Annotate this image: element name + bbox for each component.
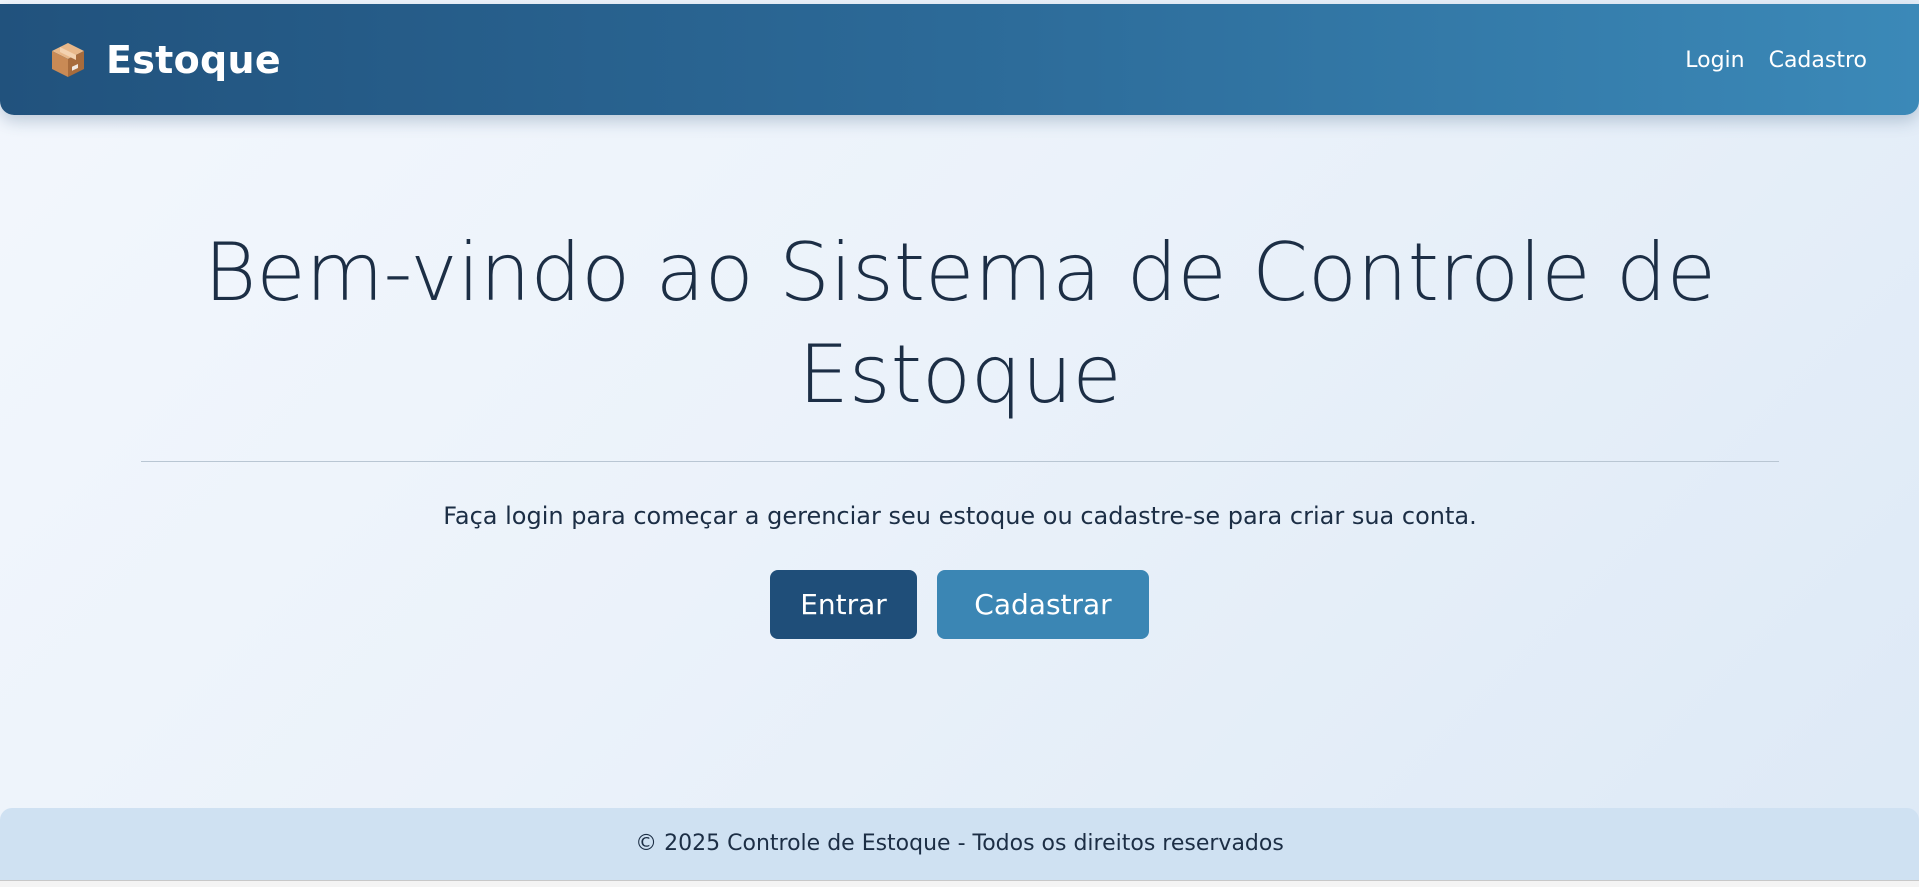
package-box-icon xyxy=(48,40,88,80)
hero-title: Bem-vindo ao Sistema de Controle de Esto… xyxy=(204,226,1716,421)
brand-link[interactable]: Estoque xyxy=(48,38,281,82)
page-footer: © 2025 Controle de Estoque - Todos os di… xyxy=(0,808,1919,880)
top-navbar: Estoque Login Cadastro xyxy=(0,4,1919,115)
cadastrar-button[interactable]: Cadastrar xyxy=(937,570,1149,639)
footer-copyright: © 2025 Controle de Estoque - Todos os di… xyxy=(635,831,1284,856)
nav-login-link[interactable]: Login xyxy=(1685,47,1744,75)
hero-actions: Entrar Cadastrar xyxy=(0,570,1919,639)
nav-cadastro-link[interactable]: Cadastro xyxy=(1769,47,1867,75)
entrar-button[interactable]: Entrar xyxy=(770,570,917,639)
page-background xyxy=(0,0,1919,880)
brand-name: Estoque xyxy=(106,38,281,82)
hero-subtitle: Faça login para começar a gerenciar seu … xyxy=(443,502,1477,530)
window-bottom-edge xyxy=(0,880,1919,887)
hero-divider xyxy=(141,461,1779,462)
nav-links: Login Cadastro xyxy=(1685,47,1867,75)
